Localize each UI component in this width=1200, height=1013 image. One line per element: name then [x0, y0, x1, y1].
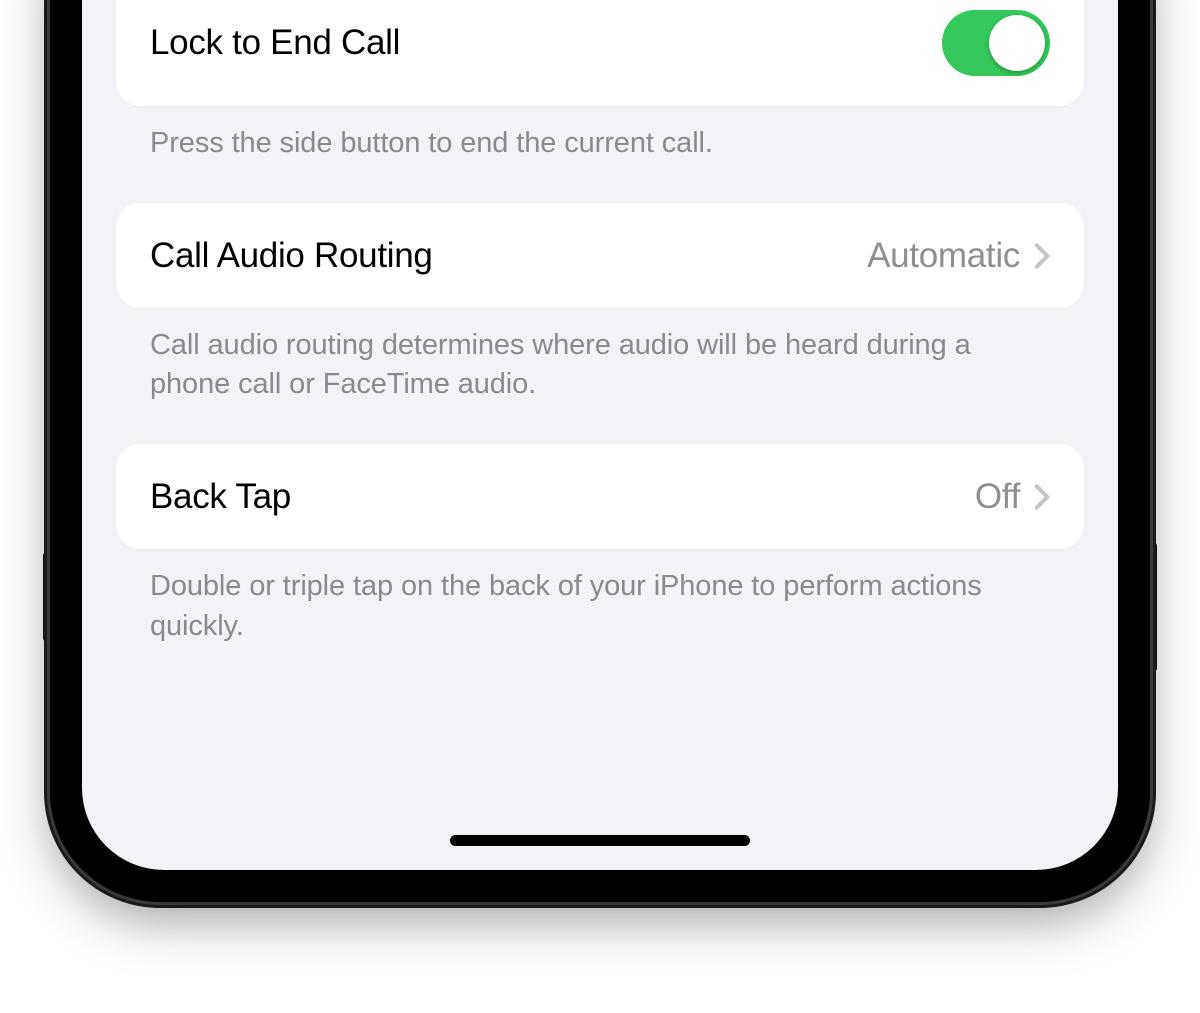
- back-tap-footer: Double or triple tap on the back of your…: [116, 549, 1084, 645]
- call-audio-routing-value: Automatic: [867, 236, 1020, 276]
- device-side-notch-right: [1150, 542, 1157, 672]
- lock-to-end-call-label: Lock to End Call: [150, 23, 400, 63]
- row-right-side: Automatic: [867, 236, 1050, 276]
- toggle-knob: [989, 15, 1045, 71]
- chevron-right-icon: [1034, 483, 1050, 511]
- back-tap-value: Off: [975, 477, 1020, 517]
- lock-to-end-call-toggle[interactable]: [942, 10, 1050, 76]
- device-frame: Lock to End Call Press the side button t…: [50, 0, 1150, 902]
- device-bezel: Lock to End Call Press the side button t…: [50, 0, 1150, 902]
- settings-screen: Lock to End Call Press the side button t…: [82, 0, 1118, 870]
- settings-group-call-audio-routing: Call Audio Routing Automatic Call audio …: [116, 203, 1084, 404]
- lock-to-end-call-row[interactable]: Lock to End Call: [116, 0, 1084, 106]
- row-right-side: Off: [975, 477, 1050, 517]
- call-audio-routing-footer: Call audio routing determines where audi…: [116, 308, 1084, 404]
- home-indicator[interactable]: [450, 835, 750, 846]
- call-audio-routing-label: Call Audio Routing: [150, 236, 433, 276]
- lock-to-end-call-footer: Press the side button to end the current…: [116, 106, 1084, 163]
- back-tap-label: Back Tap: [150, 477, 291, 517]
- settings-group-back-tap: Back Tap Off Double or triple tap on the…: [116, 444, 1084, 645]
- call-audio-routing-row[interactable]: Call Audio Routing Automatic: [116, 203, 1084, 308]
- device-side-notch-left: [43, 552, 50, 642]
- settings-group-lock-to-end-call: Lock to End Call Press the side button t…: [116, 0, 1084, 163]
- chevron-right-icon: [1034, 242, 1050, 270]
- back-tap-row[interactable]: Back Tap Off: [116, 444, 1084, 549]
